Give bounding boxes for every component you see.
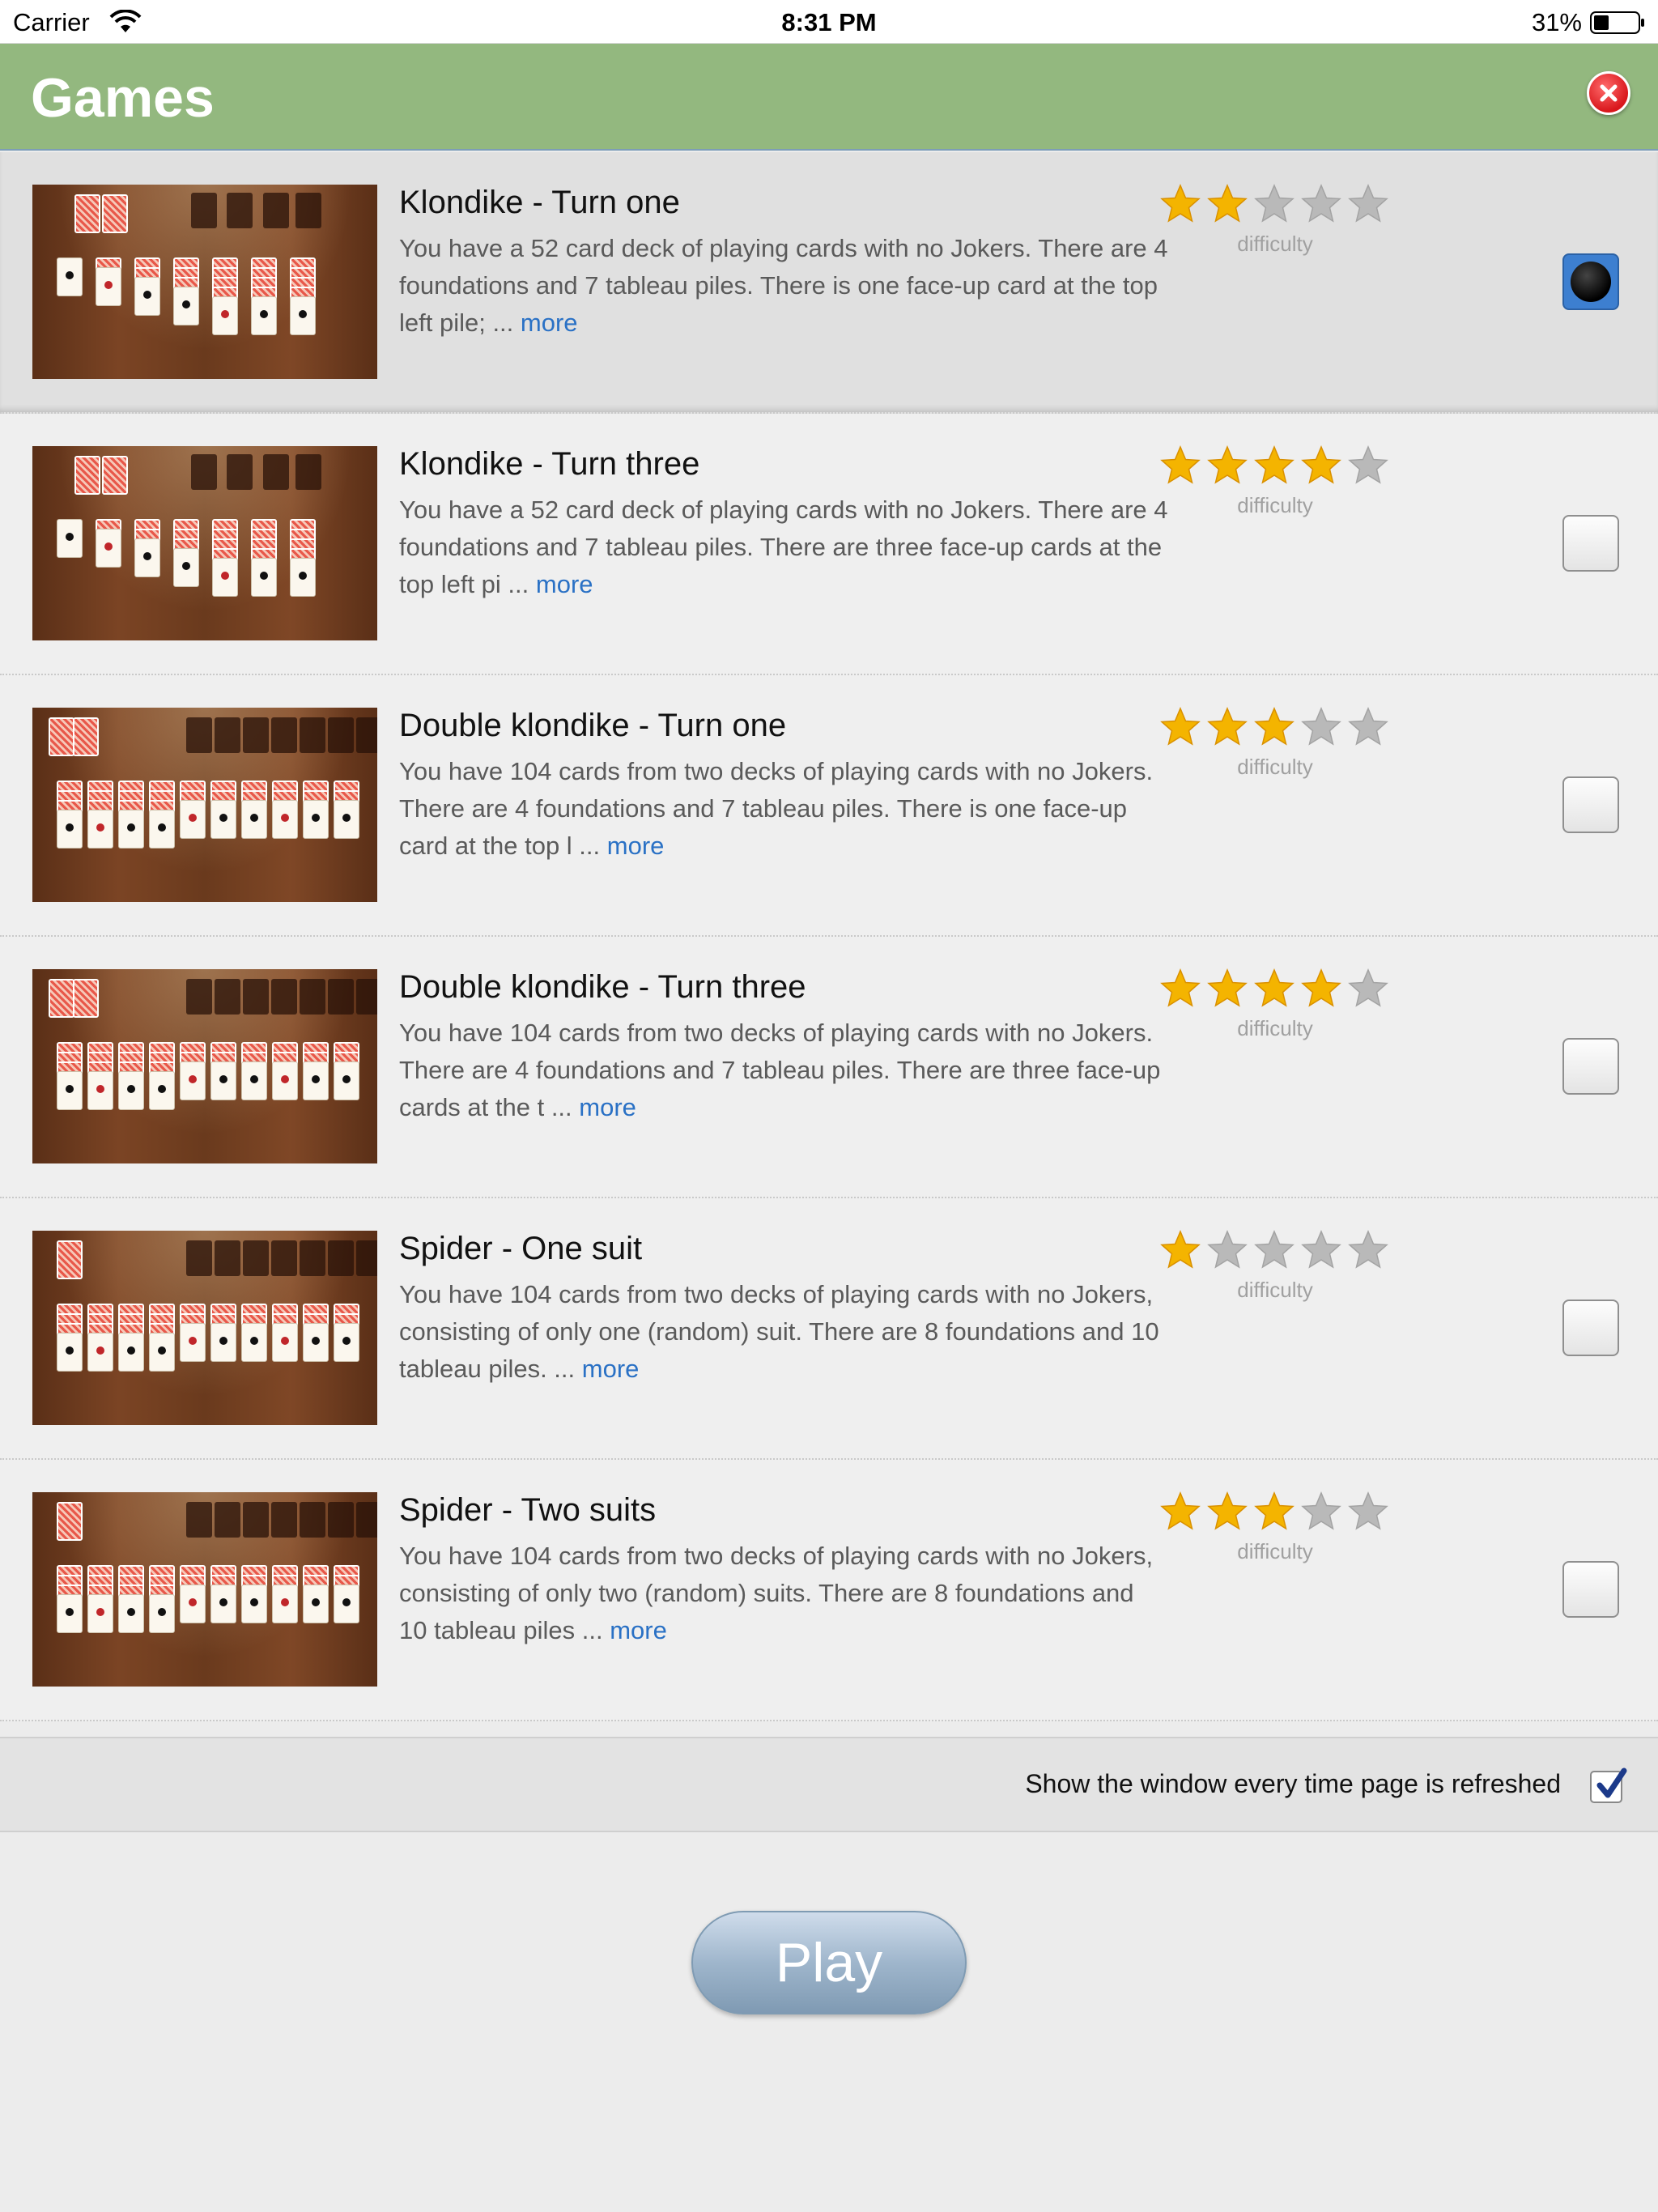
close-button[interactable] (1587, 71, 1630, 115)
game-select-checkbox[interactable] (1562, 776, 1619, 833)
show-window-label: Show the window every time page is refre… (1025, 1769, 1561, 1798)
star-filled-icon (1207, 445, 1248, 484)
show-window-checkbox[interactable] (1590, 1767, 1627, 1803)
games-list: Klondike - Turn one You have a 52 card de… (0, 152, 1658, 1721)
difficulty-label: difficulty (1237, 232, 1313, 256)
play-button[interactable]: Play (691, 1911, 967, 2014)
game-thumbnail (32, 1231, 377, 1425)
star-empty-icon (1207, 1230, 1248, 1269)
battery-percent: 31% (1531, 8, 1582, 36)
game-description-text: You have a 52 card deck of playing cards… (399, 234, 1168, 337)
star-empty-icon (1348, 184, 1388, 223)
difficulty-stars (1159, 1491, 1402, 1536)
star-filled-icon (1207, 707, 1248, 746)
difficulty-stars (1159, 183, 1402, 228)
star-filled-icon (1160, 184, 1201, 223)
game-title: Spider - Two suits (399, 1492, 657, 1528)
checkmark-icon (1596, 1767, 1627, 1798)
page-title: Games (31, 67, 215, 129)
game-description-text: You have 104 cards from two decks of pla… (399, 757, 1154, 860)
game-description: You have 104 cards from two decks of pla… (399, 1015, 1168, 1126)
star-filled-icon (1160, 1230, 1201, 1269)
star-filled-icon (1254, 707, 1295, 746)
battery-icon (1590, 11, 1644, 34)
difficulty-label: difficulty (1237, 1539, 1313, 1563)
game-select-checkbox[interactable] (1562, 1300, 1619, 1356)
star-filled-icon (1160, 445, 1201, 484)
more-link[interactable]: more (610, 1616, 667, 1644)
star-empty-icon (1254, 1230, 1295, 1269)
game-title: Double klondike - Turn three (399, 969, 806, 1005)
close-icon (1600, 84, 1618, 102)
difficulty-label: difficulty (1237, 493, 1313, 517)
game-description: You have a 52 card deck of playing cards… (399, 491, 1168, 603)
options-bar: Show the window every time page is refre… (0, 1737, 1658, 1832)
game-description-text: You have 104 cards from two decks of pla… (399, 1019, 1161, 1121)
difficulty-stars (1159, 1229, 1402, 1274)
game-select-checkbox[interactable] (1562, 1561, 1619, 1618)
game-title: Klondike - Turn one (399, 185, 680, 220)
star-empty-icon (1254, 184, 1295, 223)
clock: 8:31 PM (781, 8, 877, 36)
star-filled-icon (1301, 445, 1341, 484)
game-row[interactable]: Spider - Two suits You have 104 cards fro… (0, 1460, 1658, 1721)
selected-dot-icon (1571, 262, 1611, 302)
star-filled-icon (1254, 1491, 1295, 1530)
difficulty-label: difficulty (1237, 1278, 1313, 1302)
star-filled-icon (1160, 1491, 1201, 1530)
star-empty-icon (1348, 707, 1388, 746)
games-header: Games (0, 44, 1658, 151)
game-description-text: You have 104 cards from two decks of pla… (399, 1542, 1154, 1644)
difficulty-label: difficulty (1237, 755, 1313, 779)
star-empty-icon (1348, 1491, 1388, 1530)
game-description: You have 104 cards from two decks of pla… (399, 1276, 1168, 1388)
star-empty-icon (1348, 445, 1388, 484)
star-empty-icon (1301, 707, 1341, 746)
star-filled-icon (1207, 1491, 1248, 1530)
game-title: Double klondike - Turn one (399, 708, 787, 743)
more-link[interactable]: more (536, 570, 593, 598)
game-description: You have 104 cards from two decks of pla… (399, 1538, 1168, 1649)
star-empty-icon (1348, 1230, 1388, 1269)
game-description-text: You have a 52 card deck of playing cards… (399, 496, 1168, 598)
game-select-checkbox[interactable] (1562, 515, 1619, 572)
game-row[interactable]: Klondike - Turn three You have a 52 card … (0, 414, 1658, 675)
more-link[interactable]: more (607, 832, 665, 860)
star-empty-icon (1301, 184, 1341, 223)
game-thumbnail (32, 969, 377, 1163)
star-filled-icon (1254, 445, 1295, 484)
game-row[interactable]: Spider - One suit You have 104 cards from… (0, 1198, 1658, 1460)
game-description-text: You have 104 cards from two decks of pla… (399, 1280, 1159, 1383)
star-filled-icon (1207, 968, 1248, 1007)
difficulty-stars (1159, 706, 1402, 751)
difficulty-label: difficulty (1237, 1016, 1313, 1040)
game-thumbnail (32, 185, 377, 379)
star-empty-icon (1348, 968, 1388, 1007)
star-filled-icon (1254, 968, 1295, 1007)
game-title: Klondike - Turn three (399, 446, 700, 482)
more-link[interactable]: more (579, 1093, 636, 1121)
star-empty-icon (1301, 1491, 1341, 1530)
game-row[interactable]: Double klondike - Turn three You have 104… (0, 937, 1658, 1198)
star-empty-icon (1301, 1230, 1341, 1269)
game-select-checkbox[interactable] (1562, 1038, 1619, 1095)
star-filled-icon (1160, 968, 1201, 1007)
game-description: You have 104 cards from two decks of pla… (399, 753, 1168, 865)
game-thumbnail (32, 708, 377, 902)
difficulty-stars (1159, 968, 1402, 1013)
game-thumbnail (32, 446, 377, 640)
more-link[interactable]: more (521, 308, 578, 337)
game-row[interactable]: Double klondike - Turn one You have 104 c… (0, 675, 1658, 937)
game-thumbnail (32, 1492, 377, 1687)
star-filled-icon (1207, 184, 1248, 223)
star-filled-icon (1301, 968, 1341, 1007)
star-filled-icon (1160, 707, 1201, 746)
status-bar: Carrier 8:31 PM 31% (0, 0, 1658, 44)
difficulty-stars (1159, 445, 1402, 490)
game-row[interactable]: Klondike - Turn one You have a 52 card de… (0, 152, 1658, 414)
more-link[interactable]: more (582, 1355, 640, 1383)
game-title: Spider - One suit (399, 1231, 643, 1266)
game-select-checkbox[interactable] (1562, 253, 1619, 310)
game-description: You have a 52 card deck of playing cards… (399, 230, 1168, 342)
